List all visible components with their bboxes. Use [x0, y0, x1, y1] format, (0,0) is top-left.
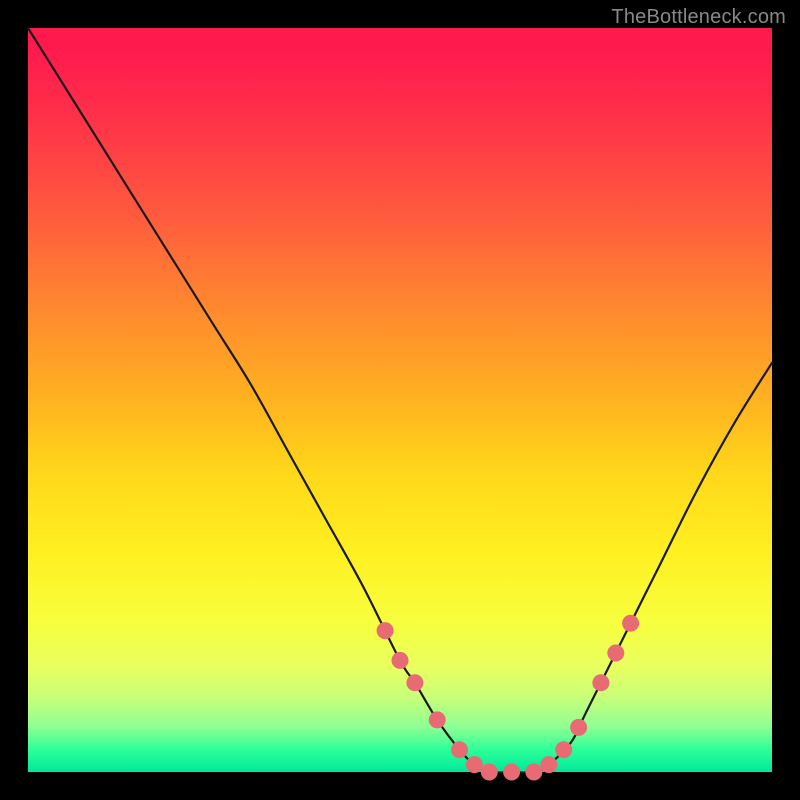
- plot-area: [28, 28, 772, 772]
- highlight-dot: [392, 652, 409, 669]
- highlight-dots: [377, 615, 639, 781]
- curve-svg: [28, 28, 772, 772]
- highlight-dot: [503, 764, 520, 781]
- highlight-dot: [466, 756, 483, 773]
- highlight-dot: [570, 719, 587, 736]
- highlight-dot: [607, 645, 624, 662]
- highlight-dot: [481, 764, 498, 781]
- highlight-dot: [622, 615, 639, 632]
- highlight-dot: [377, 622, 394, 639]
- highlight-dot: [592, 674, 609, 691]
- highlight-dot: [540, 756, 557, 773]
- highlight-dot: [429, 711, 446, 728]
- highlight-dot: [555, 741, 572, 758]
- highlight-dot: [406, 674, 423, 691]
- watermark-text: TheBottleneck.com: [611, 6, 786, 29]
- highlight-dot: [451, 741, 468, 758]
- chart-frame: TheBottleneck.com: [0, 0, 800, 800]
- highlight-dot: [525, 764, 542, 781]
